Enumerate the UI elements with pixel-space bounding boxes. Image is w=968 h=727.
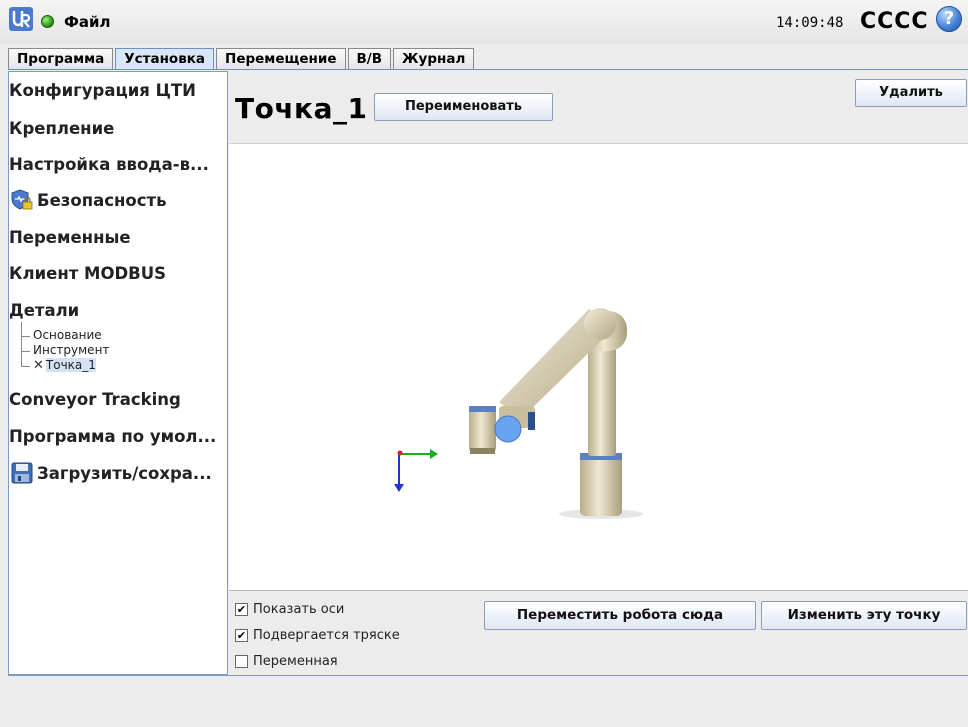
sidebar-item-mounting[interactable]: Крепление [9,114,227,142]
tab-move[interactable]: Перемещение [216,48,346,70]
sidebar-item-io-setup[interactable]: Настройка ввода-в... [9,150,227,178]
rename-button[interactable]: Переименовать [374,93,553,121]
feature-label: Основание [33,328,102,342]
feature-panel: Точка_1 Переименовать Удалить ✔ Показать… [229,71,968,675]
feature-tool[interactable]: Инструмент [19,337,110,358]
help-icon[interactable]: ? [936,6,962,32]
point-x-icon: ✕ [33,358,44,373]
floppy-disk-icon [11,462,33,484]
sidebar-item-default-program[interactable]: Программа по умол... [9,422,227,450]
robot-3d-view[interactable] [229,143,968,591]
checkbox-box[interactable]: ✔ [235,629,248,642]
sidebar-item-label: Клиент MODBUS [9,263,167,283]
variable-checkbox[interactable]: Переменная [235,654,338,669]
sidebar-item-variables[interactable]: Переменные [9,223,227,251]
show-axes-checkbox[interactable]: ✔ Показать оси [235,602,344,617]
sidebar-item-tcp-config[interactable]: Конфигурация ЦТИ [9,76,227,104]
checkbox-label: Подвергается тряске [253,628,400,643]
sidebar-item-label: Conveyor Tracking [9,389,181,409]
clock: 14:09:48 [776,15,844,31]
sidebar-item-modbus[interactable]: Клиент MODBUS [9,259,227,287]
installation-sidebar: Конфигурация ЦТИ Крепление Настройка вво… [8,71,228,675]
tabs-divider [8,69,968,70]
feature-label: Инструмент [33,343,110,357]
delete-button[interactable]: Удалить [855,79,967,107]
sidebar-item-label: Конфигурация ЦТИ [9,80,196,100]
bottom-divider [8,675,968,676]
features-tree: Основание Инструмент ✕ Точка_1 [19,322,110,373]
sidebar-item-label: Безопасность [37,190,167,210]
joggable-checkbox[interactable]: ✔ Подвергается тряске [235,628,400,643]
file-menu[interactable]: Файл [64,13,111,31]
change-point-button[interactable]: Изменить эту точку [761,601,967,630]
checkbox-box[interactable]: ✔ [235,603,248,616]
feature-point-1[interactable]: ✕ Точка_1 [19,352,109,373]
sidebar-item-label: Программа по умол... [9,426,217,446]
sidebar-item-load-save[interactable]: Загрузить/сохра... [9,459,227,487]
sidebar-item-features[interactable]: Детали [9,296,227,324]
tab-log[interactable]: Журнал [393,48,475,70]
checkbox-label: Показать оси [253,602,345,617]
sidebar-item-safety[interactable]: Безопасность [9,186,227,214]
tab-installation[interactable]: Установка [115,48,215,70]
feature-base[interactable]: Основание [19,322,109,343]
tab-io[interactable]: В/В [347,48,392,70]
move-robot-here-button[interactable]: Переместить робота сюда [484,601,756,630]
sidebar-item-conveyor-tracking[interactable]: Conveyor Tracking [9,385,227,413]
sidebar-item-label: Настройка ввода-в... [9,154,209,174]
sidebar-item-label: Крепление [9,118,115,138]
robot-name: CCCC [860,9,929,34]
page-title: Точка_1 [235,92,368,125]
sidebar-item-label: Переменные [9,227,131,247]
top-bar: Файл 14:09:48 CCCC ? [0,0,968,44]
main-tabs: Программа Установка Перемещение В/В Журн… [8,48,476,70]
checkbox-label: Переменная [253,654,338,669]
shield-lock-icon [11,189,33,210]
tab-program[interactable]: Программа [8,48,114,70]
status-ok-icon [41,15,54,28]
sidebar-item-label: Детали [9,300,80,320]
robot-model [394,308,643,519]
ur-logo-icon [9,7,33,31]
sidebar-item-label: Загрузить/сохра... [37,463,212,483]
checkbox-box[interactable] [235,655,248,668]
feature-label: Точка_1 [45,358,96,372]
